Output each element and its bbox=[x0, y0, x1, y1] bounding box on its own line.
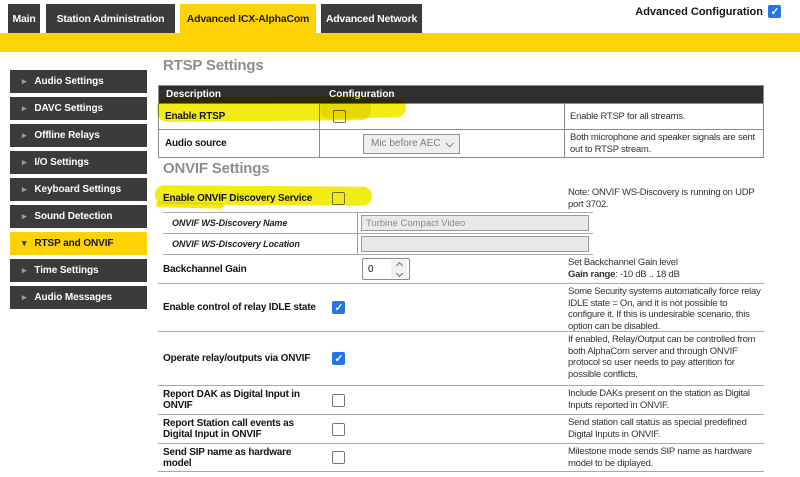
advanced-configuration-toggle: Advanced Configuration bbox=[635, 5, 781, 18]
setting-row-ws-discovery-location: ONVIF WS-Discovery Location bbox=[163, 234, 593, 255]
tab-advanced-icx-alphacom[interactable]: Advanced ICX-AlphaCom bbox=[180, 4, 316, 33]
active-tab-underline-bar bbox=[0, 33, 800, 52]
setting-help-text: Gain range: -10 dB .. 18 dB bbox=[568, 269, 762, 281]
rtsp-table-header: Description Configuration bbox=[159, 86, 763, 103]
audio-source-selected-value: Mic before AEC bbox=[371, 138, 440, 149]
sidebar-item-label: Offline Relays bbox=[34, 130, 99, 141]
sidebar-item-audio-messages[interactable]: ▸ Audio Messages bbox=[10, 286, 147, 309]
ws-discovery-name-input[interactable] bbox=[361, 215, 589, 231]
sip-name-hardware-model-checkbox[interactable] bbox=[332, 451, 345, 464]
setting-help-text: Send station call status as special pred… bbox=[564, 415, 764, 443]
tab-main[interactable]: Main bbox=[8, 4, 40, 33]
sidebar-item-label: DAVC Settings bbox=[34, 103, 103, 114]
rtsp-settings-heading: RTSP Settings bbox=[163, 57, 263, 74]
chevron-down-icon bbox=[445, 139, 453, 147]
setting-help-text: Enable RTSP for all streams. bbox=[570, 111, 760, 123]
advanced-configuration-checkbox[interactable] bbox=[768, 5, 781, 18]
audio-source-select[interactable]: Mic before AEC bbox=[363, 134, 460, 154]
sidebar-item-offline-relays[interactable]: ▸ Offline Relays bbox=[10, 124, 147, 147]
setting-row-relay-idle-state: Enable control of relay IDLE state Some … bbox=[158, 284, 764, 332]
setting-help-text: Milestone mode sends SIP name as hardwar… bbox=[564, 444, 764, 471]
chevron-up-icon bbox=[395, 261, 402, 268]
sidebar-item-keyboard-settings[interactable]: ▸ Keyboard Settings bbox=[10, 178, 147, 201]
setting-help-text: Some Security systems automatically forc… bbox=[564, 284, 764, 331]
chevron-right-icon: ▸ bbox=[22, 104, 26, 113]
setting-help-text: Both microphone and speaker signals are … bbox=[565, 130, 763, 157]
chevron-down-icon: ▾ bbox=[22, 239, 26, 248]
setting-help-text: Note: ONVIF WS-Discovery is running on U… bbox=[564, 185, 764, 212]
setting-help-text: If enabled, Relay/Output can be controll… bbox=[564, 332, 764, 385]
setting-label: Backchannel Gain bbox=[158, 255, 319, 283]
stepper-buttons[interactable] bbox=[391, 260, 407, 278]
setting-row-sip-name-hardware-model: Send SIP name as hardware model Mileston… bbox=[158, 444, 764, 472]
backchannel-gain-stepper[interactable]: 0 bbox=[362, 258, 410, 280]
sidebar-item-label: Audio Messages bbox=[34, 292, 112, 303]
report-station-call-events-checkbox[interactable] bbox=[332, 423, 345, 436]
chevron-right-icon: ▸ bbox=[22, 293, 26, 302]
setting-row-report-dak: Report DAK as Digital Input in ONVIF Inc… bbox=[158, 386, 764, 415]
chevron-right-icon: ▸ bbox=[22, 77, 26, 86]
setting-label: Audio source bbox=[159, 130, 320, 157]
rtsp-settings-table: Description Configuration Enable RTSP En… bbox=[158, 85, 764, 158]
setting-label: Send SIP name as hardware model bbox=[158, 444, 319, 471]
relay-idle-state-checkbox[interactable] bbox=[332, 301, 345, 314]
enable-rtsp-checkbox[interactable] bbox=[333, 110, 346, 123]
backchannel-gain-value: 0 bbox=[363, 264, 391, 275]
setting-row-operate-relay-onvif: Operate relay/outputs via ONVIF If enabl… bbox=[158, 332, 764, 386]
sidebar-item-label: Keyboard Settings bbox=[34, 184, 121, 195]
station-config-page: Main Station Administration Advanced ICX… bbox=[0, 0, 800, 477]
operate-relay-onvif-checkbox[interactable] bbox=[332, 352, 345, 365]
chevron-right-icon: ▸ bbox=[22, 185, 26, 194]
sidebar-item-time-settings[interactable]: ▸ Time Settings bbox=[10, 259, 147, 282]
setting-label: ONVIF WS-Discovery Name bbox=[163, 213, 358, 233]
setting-label: Enable control of relay IDLE state bbox=[158, 284, 319, 331]
chevron-right-icon: ▸ bbox=[22, 266, 26, 275]
enable-onvif-discovery-checkbox[interactable] bbox=[332, 192, 345, 205]
sidebar-item-label: I/O Settings bbox=[34, 157, 88, 168]
ws-discovery-location-input[interactable] bbox=[361, 236, 589, 252]
report-dak-checkbox[interactable] bbox=[332, 394, 345, 407]
sidebar-item-label: Audio Settings bbox=[34, 76, 103, 87]
sidebar-item-rtsp-and-onvif[interactable]: ▾ RTSP and ONVIF bbox=[10, 232, 147, 255]
column-header-configuration: Configuration bbox=[320, 89, 565, 100]
chevron-right-icon: ▸ bbox=[22, 158, 26, 167]
sidebar: ▸ Audio Settings ▸ DAVC Settings ▸ Offli… bbox=[10, 70, 147, 313]
setting-label: Enable ONVIF Discovery Service bbox=[158, 185, 319, 212]
setting-label: Operate relay/outputs via ONVIF bbox=[158, 332, 319, 385]
sidebar-item-label: RTSP and ONVIF bbox=[34, 238, 113, 249]
setting-row-enable-onvif-discovery: Enable ONVIF Discovery Service Note: ONV… bbox=[158, 185, 764, 212]
sidebar-item-audio-settings[interactable]: ▸ Audio Settings bbox=[10, 70, 147, 93]
setting-label: Report Station call events as Digital In… bbox=[158, 415, 319, 443]
setting-row-report-station-call-events: Report Station call events as Digital In… bbox=[158, 415, 764, 444]
sidebar-item-davc-settings[interactable]: ▸ DAVC Settings bbox=[10, 97, 147, 120]
tab-advanced-network[interactable]: Advanced Network bbox=[321, 4, 422, 33]
onvif-settings-heading: ONVIF Settings bbox=[163, 160, 269, 177]
onvif-settings-table: Enable ONVIF Discovery Service Note: ONV… bbox=[158, 185, 764, 472]
chevron-right-icon: ▸ bbox=[22, 131, 26, 140]
setting-row-ws-discovery-name: ONVIF WS-Discovery Name bbox=[163, 213, 593, 234]
ws-discovery-subtable: ONVIF WS-Discovery Name ONVIF WS-Discove… bbox=[163, 212, 593, 255]
column-header-description: Description bbox=[159, 89, 320, 100]
sidebar-item-label: Time Settings bbox=[34, 265, 98, 276]
chevron-down-icon bbox=[395, 269, 402, 276]
setting-row-enable-rtsp: Enable RTSP Enable RTSP for all streams. bbox=[159, 103, 763, 129]
sidebar-item-sound-detection[interactable]: ▸ Sound Detection bbox=[10, 205, 147, 228]
sidebar-item-io-settings[interactable]: ▸ I/O Settings bbox=[10, 151, 147, 174]
advanced-configuration-label: Advanced Configuration bbox=[635, 6, 763, 18]
sidebar-item-label: Sound Detection bbox=[34, 211, 112, 222]
setting-label: Enable RTSP bbox=[159, 104, 320, 129]
setting-label: ONVIF WS-Discovery Location bbox=[163, 234, 358, 254]
setting-help-text: Include DAKs present on the station as D… bbox=[564, 386, 764, 414]
setting-row-audio-source: Audio source Mic before AEC Both microph… bbox=[159, 129, 763, 157]
setting-label: Report DAK as Digital Input in ONVIF bbox=[158, 386, 319, 414]
setting-row-backchannel-gain: Backchannel Gain 0 Set Backchannel Gain … bbox=[158, 255, 764, 284]
chevron-right-icon: ▸ bbox=[22, 212, 26, 221]
tab-station-administration[interactable]: Station Administration bbox=[46, 4, 175, 33]
setting-help-text: Set Backchannel Gain level bbox=[568, 257, 762, 269]
